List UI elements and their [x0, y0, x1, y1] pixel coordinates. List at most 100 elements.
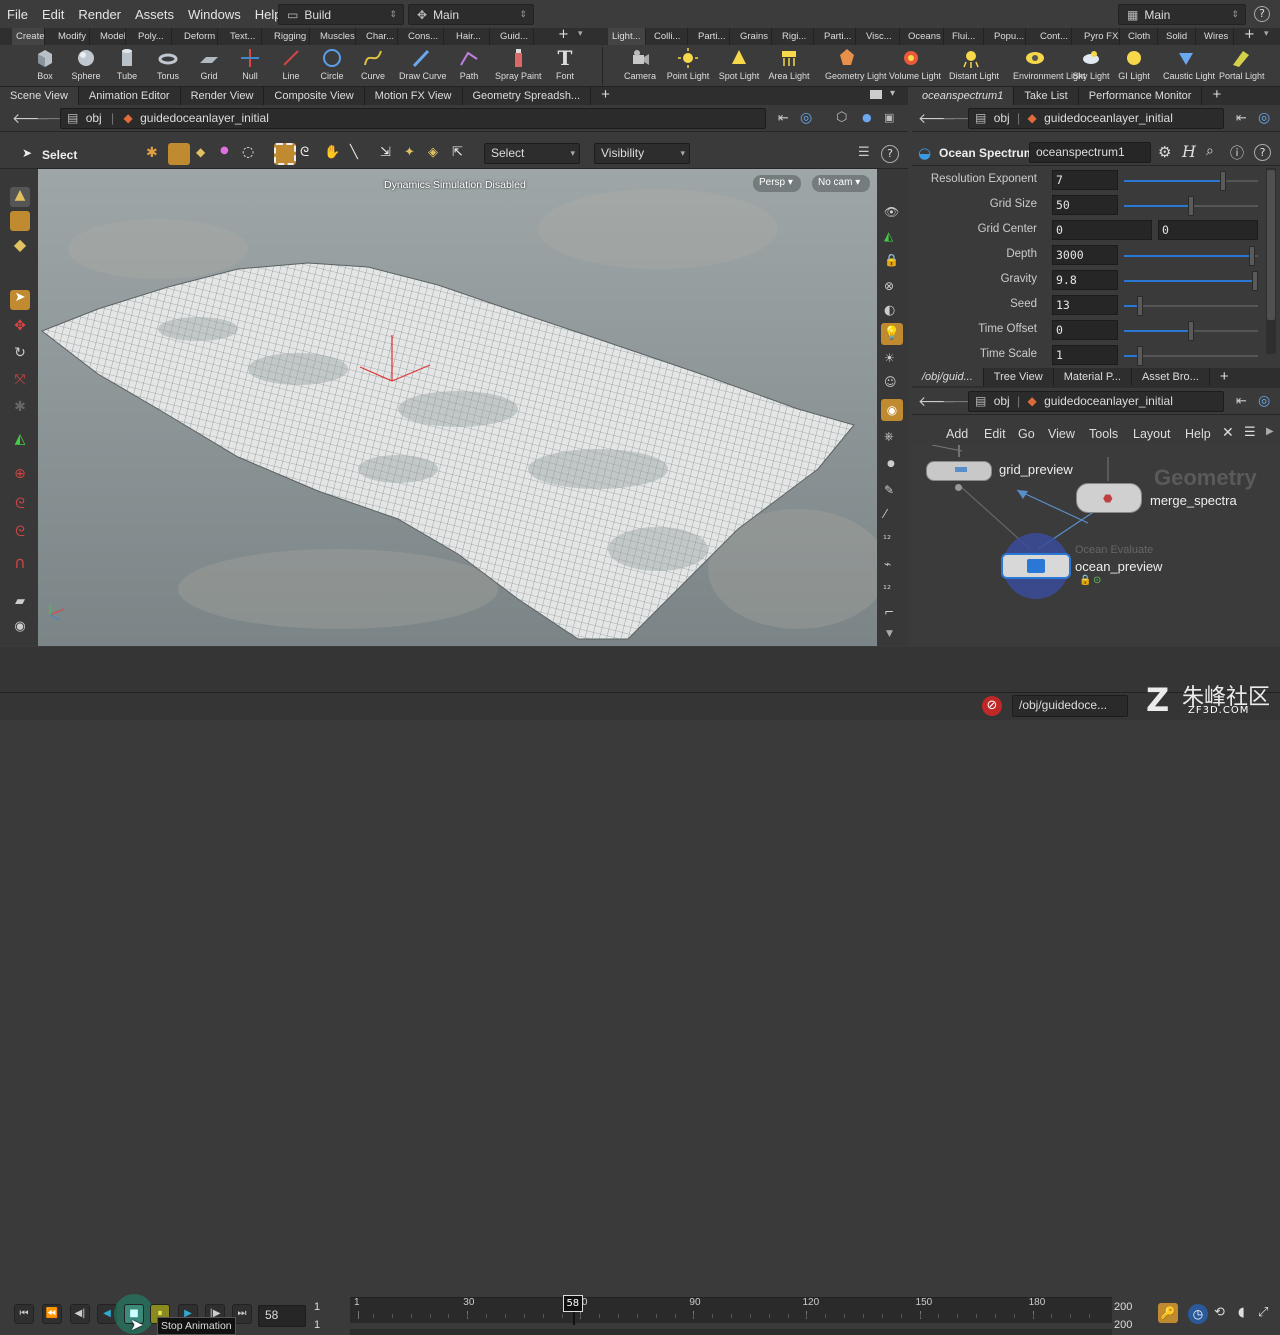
list-icon[interactable]: ☰ — [1244, 425, 1256, 440]
add-tab-icon[interactable]: + — [591, 87, 620, 105]
scene-viewport[interactable]: Dynamics Simulation Disabled Persp ▾ No … — [38, 169, 877, 646]
slider-knob[interactable] — [1188, 196, 1194, 216]
pose-icon[interactable]: ✱ — [10, 399, 30, 419]
scroll-right-icon[interactable]: ▶ — [1266, 426, 1274, 437]
parm-value-field[interactable]: 3000 — [1052, 245, 1118, 265]
shelf-tab[interactable]: Grains — [736, 28, 772, 45]
tool-gi-light[interactable]: GI Light — [1112, 47, 1156, 81]
add-tab-icon[interactable]: + — [1210, 368, 1239, 386]
camera-view-icon[interactable]: ◉ — [881, 399, 903, 421]
parm-slider[interactable] — [1124, 346, 1258, 366]
tool-torus[interactable]: Torus — [146, 47, 190, 81]
tool-circle[interactable]: Circle — [310, 47, 354, 81]
shelf-tab[interactable]: Char... — [362, 28, 398, 45]
tab-take-list[interactable]: Take List — [1014, 87, 1079, 105]
tool-caustic-light[interactable]: Caustic Light — [1163, 47, 1215, 81]
tab-motion-fx-view[interactable]: Motion FX View — [365, 87, 463, 105]
lasso-select-icon[interactable]: ᘓ — [300, 145, 309, 160]
info-icon[interactable]: ⓘ — [1230, 143, 1244, 163]
user-icon[interactable]: ☺ — [884, 375, 897, 389]
tool-geometry-light[interactable]: Geometry Light — [825, 47, 887, 81]
select-mode-objects-icon[interactable]: ✱ — [146, 145, 158, 161]
shelf-tab[interactable]: Colli... — [650, 28, 688, 45]
cache-icon[interactable]: ◉ — [10, 619, 30, 639]
display-options-icon[interactable]: 👁 — [884, 205, 899, 219]
snap-primitive-icon[interactable]: ᘓ — [10, 496, 30, 516]
uv-icon[interactable]: ₁₂ — [883, 581, 891, 592]
shelf-tab[interactable]: Deform — [180, 28, 218, 45]
expand-icon[interactable]: ⤢ — [1258, 1305, 1268, 1320]
slider-knob[interactable] — [1252, 271, 1258, 291]
parm-value-field[interactable]: 9.8 — [1052, 270, 1118, 290]
shelf-tab[interactable]: Guid... — [496, 28, 534, 45]
parm-scrollbar-thumb[interactable] — [1267, 170, 1275, 320]
toolbar-options-icon[interactable]: ☰ — [858, 145, 870, 160]
gear-icon[interactable]: ⚙ — [1158, 143, 1171, 161]
path-obj[interactable]: obj — [86, 111, 102, 125]
select-mode-dropdown[interactable]: Select ▾ — [484, 143, 580, 164]
status-path-field[interactable]: /obj/guidedoce... — [1012, 695, 1128, 717]
tab-performance-monitor[interactable]: Performance Monitor — [1079, 87, 1203, 105]
shelf-menu-icon[interactable]: ▾ — [1264, 29, 1269, 39]
tool-portal-light[interactable]: Portal Light — [1219, 47, 1265, 81]
tool-area-light[interactable]: Area Light — [767, 47, 811, 81]
ocean-preview-label[interactable]: ocean_preview — [1075, 559, 1162, 574]
scale-icon[interactable] — [10, 211, 30, 231]
shelf-tab[interactable]: Muscles — [316, 28, 356, 45]
menu-render[interactable]: Render — [71, 7, 128, 22]
layout-icon[interactable]: ▰ — [10, 594, 30, 614]
slider-knob[interactable] — [1249, 246, 1256, 266]
audio-icon[interactable]: ◖ — [1238, 1305, 1245, 1320]
parm-scrollbar[interactable] — [1266, 168, 1276, 354]
parm-slider[interactable] — [1124, 296, 1258, 316]
tab-network-view[interactable]: /obj/guid... — [912, 368, 984, 386]
flipbook-icon[interactable]: ⎈ — [884, 429, 894, 444]
global-end[interactable]: 200 — [1114, 1319, 1132, 1331]
shelf-tab[interactable]: Text... — [226, 28, 262, 45]
smooth-icon[interactable]: ⊗ — [884, 279, 894, 293]
parm-value-field[interactable]: 0 — [1052, 320, 1118, 340]
tool-sphere[interactable]: Sphere — [64, 47, 108, 81]
menu-edit[interactable]: Edit — [35, 7, 71, 22]
tool-camera[interactable]: Camera — [618, 47, 662, 81]
network-menu-edit[interactable]: Edit — [984, 427, 1006, 441]
select-vertices-icon[interactable]: ● — [220, 145, 229, 156]
range-start[interactable]: 1 — [314, 1301, 320, 1313]
path-field[interactable]: ▤ obj | ◆ guidedoceanlayer_initial — [60, 108, 766, 129]
wrench-icon[interactable]: ✕ — [1222, 425, 1234, 441]
tab-animation-editor[interactable]: Animation Editor — [79, 87, 181, 105]
parm-slider[interactable] — [1124, 171, 1258, 191]
pin-icon[interactable]: ⇤ — [778, 111, 789, 126]
path-field[interactable]: ▤ obj | ◆ guidedoceanlayer_initial — [968, 108, 1224, 129]
tool-environment-light[interactable]: Environment Light — [1013, 47, 1086, 81]
top-right-dropdown[interactable]: ▦ Main ⇕ — [1118, 4, 1246, 25]
transform-icon[interactable]: ▲ — [10, 187, 30, 207]
tool-sky-light[interactable]: Sky Light — [1069, 47, 1113, 81]
sphere-display-icon[interactable]: ● — [862, 111, 872, 124]
parm-value-field[interactable]: 13 — [1052, 295, 1118, 315]
snap-point-icon[interactable]: ᘓ — [10, 524, 30, 544]
tool-line[interactable]: Line — [269, 47, 313, 81]
merge-spectra-node[interactable]: ⬣ — [1076, 483, 1142, 513]
shelf-tab[interactable]: Oceans — [904, 28, 944, 45]
visibility-dropdown[interactable]: Visibility ▾ — [594, 143, 690, 164]
handle-icon[interactable]: ◆ — [10, 235, 30, 255]
pane-menu-icon[interactable]: ▾ — [890, 88, 895, 99]
tool-distant-light[interactable]: Distant Light — [949, 47, 999, 81]
range-slider[interactable] — [350, 1329, 1112, 1335]
step-start-icon[interactable]: ⏪ — [42, 1304, 62, 1324]
key-icon[interactable]: 🔑 — [1158, 1303, 1178, 1323]
menu-assets[interactable]: Assets — [128, 7, 181, 22]
parm-slider[interactable] — [1124, 196, 1258, 216]
lock-camera-icon[interactable]: 🔒 — [884, 253, 899, 267]
help-icon[interactable]: ? — [881, 145, 899, 163]
network-menu-view[interactable]: View — [1048, 427, 1075, 441]
select-visible-icon[interactable]: ◈ — [428, 145, 438, 160]
shelf-tab-create[interactable]: Create — [12, 28, 45, 45]
network-menu-tools[interactable]: Tools — [1089, 427, 1118, 441]
network-menu-go[interactable]: Go — [1018, 427, 1035, 441]
add-shelf-tab-icon[interactable]: + — [1244, 27, 1255, 42]
parm-value-field[interactable]: 50 — [1052, 195, 1118, 215]
select-arrow-icon[interactable]: ➤ — [22, 146, 32, 160]
add-shelf-tab-icon[interactable]: + — [558, 27, 569, 42]
